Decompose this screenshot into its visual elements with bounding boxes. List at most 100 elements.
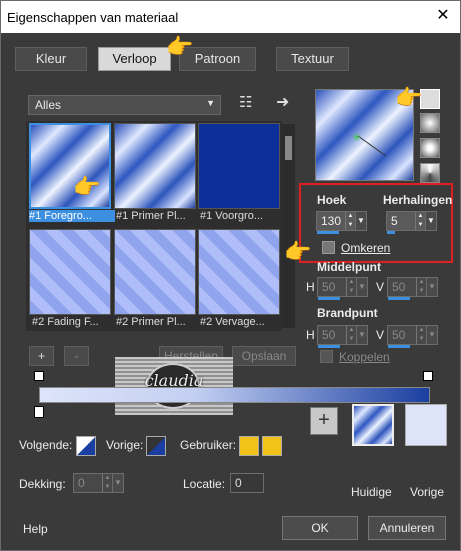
opacity-input[interactable]: 0 ▲ ▼ ▼ [73,473,124,493]
location-input[interactable]: 0 [230,473,264,493]
cancel-button[interactable]: Annuleren [368,516,446,540]
repeats-value: 5 [391,214,398,228]
gradient-label-2: #1 Primer Pl... [116,210,186,222]
chevron-down-icon[interactable]: ▼ [112,473,124,493]
current-label: Huidige [351,485,392,499]
spin-arrows-icon[interactable]: ▲ ▼ [416,278,426,296]
chevron-down-icon[interactable]: ▼ [426,277,438,297]
chevron-down-icon[interactable]: ▼ [356,325,368,345]
gradient-label-4: #2 Fading F... [32,316,99,328]
focal-v-slider[interactable] [388,345,410,348]
spin-arrows-icon[interactable]: ▲ ▼ [415,212,425,230]
gradient-label-1: #1 Foregro... [29,210,115,222]
color-stop-left[interactable] [34,406,44,418]
tab-textuur[interactable]: Textuur [276,47,349,71]
repeats-label: Herhalingen [383,193,453,207]
gradient-thumb-5[interactable] [114,229,196,315]
category-select-value: Alles [35,98,62,112]
location-value: 0 [235,476,242,490]
prev-label: Vorige: [106,438,144,452]
invert-checkbox[interactable] [322,241,335,254]
spin-arrows-icon[interactable]: ▲ ▼ [346,326,356,344]
library-scrollbar[interactable] [282,124,295,328]
title-bar: Eigenschappen van materiaal ✕ [1,1,460,33]
help-link[interactable]: Help [23,522,48,536]
repeats-slider[interactable] [387,231,395,234]
invert-label: Omkeren [341,241,391,255]
angle-slider[interactable] [317,231,339,234]
focal-h-input[interactable]: 50 ▲ ▼ ▼ [317,325,368,345]
radial-style-button[interactable] [420,138,440,158]
pointer-hand-icon: 👉 [166,34,194,59]
remove-gradient-button[interactable]: - [64,346,89,366]
arrow-right-icon[interactable]: ➜ [276,92,289,112]
center-h-label: H [306,280,315,294]
gradient-label-5: #2 Primer Pl... [116,316,186,328]
center-v-slider[interactable] [388,297,410,300]
focal-h-slider[interactable] [318,345,340,348]
watermark-logo: claudia [115,357,233,415]
angle-input[interactable]: 130 ▲ ▼ ▼ [316,211,367,231]
follow-fg-swatch[interactable] [76,436,96,456]
focal-label: Brandpunt [317,306,378,320]
pointer-hand-icon: 👉 [284,239,312,264]
opacity-stop-right[interactable] [423,371,433,381]
angle-label: Hoek [317,193,347,207]
gradient-label-6: #2 Vervage... [200,316,265,328]
gradient-editor-bar[interactable] [39,387,430,403]
prev-bg-swatch[interactable] [146,436,166,456]
tab-verloop[interactable]: Verloop [98,47,171,71]
center-h-input[interactable]: 50 ▲ ▼ ▼ [317,277,368,297]
link-label: Koppelen [339,350,390,364]
scrollbar-thumb[interactable] [285,136,292,160]
add-swatch-button[interactable]: + [310,407,338,435]
chevron-down-icon[interactable]: ▼ [426,325,438,345]
user-color-swatch[interactable] [239,436,259,456]
list-view-icon[interactable]: ☷ [239,93,252,111]
opacity-stop-left[interactable] [34,371,44,381]
center-h-slider[interactable] [318,297,340,300]
user-label: Gebruiker: [180,438,237,452]
spin-arrows-icon[interactable]: ▲ ▼ [346,278,356,296]
chevron-down-icon: ▼ [206,98,215,108]
chevron-down-icon[interactable]: ▼ [425,211,437,231]
chevron-down-icon[interactable]: ▼ [356,277,368,297]
save-button[interactable]: Opslaan [232,346,296,366]
center-h-value: 50 [322,280,336,294]
user-color-swatch-2[interactable] [262,436,282,456]
previous-swatch[interactable] [405,404,447,446]
repeats-input[interactable]: 5 ▲ ▼ ▼ [386,211,437,231]
focal-v-input[interactable]: 50 ▲ ▼ ▼ [387,325,438,345]
angle-value: 130 [321,214,342,228]
pointer-hand-icon: 👉 [395,85,423,110]
close-button[interactable]: ✕ [433,6,453,26]
gradient-thumb-4[interactable] [29,229,111,315]
spin-arrows-icon[interactable]: ▲ ▼ [102,474,112,492]
material-properties-dialog: Eigenschappen van materiaal ✕ Kleur Verl… [0,0,461,551]
gradient-thumb-2[interactable] [114,123,196,209]
category-select[interactable]: Alles ▼ [28,95,221,115]
focal-v-value: 50 [392,328,406,342]
focal-v-label: V [376,328,385,342]
center-v-input[interactable]: 50 ▲ ▼ ▼ [387,277,438,297]
spin-arrows-icon[interactable]: ▲ ▼ [416,326,426,344]
center-v-value: 50 [392,280,406,294]
linear-style-button[interactable] [420,89,440,109]
sunburst-style-button[interactable] [420,163,440,183]
tab-kleur[interactable]: Kleur [15,47,87,71]
add-gradient-button[interactable]: + [29,346,54,366]
ok-button[interactable]: OK [282,516,358,540]
gradient-thumb-6[interactable] [198,229,280,315]
current-swatch[interactable] [352,404,394,446]
rectangular-style-button[interactable] [420,113,440,133]
pointer-hand-icon: 👉 [73,174,101,199]
gradient-thumb-3[interactable] [198,123,280,209]
window-title: Eigenschappen van materiaal [7,10,179,25]
previous-label: Vorige [410,485,445,499]
opacity-value: 0 [78,476,85,490]
svg-text:✳: ✳ [352,131,361,144]
chevron-down-icon[interactable]: ▼ [355,211,367,231]
link-checkbox[interactable] [320,350,333,363]
spin-arrows-icon[interactable]: ▲ ▼ [345,212,355,230]
center-v-label: V [376,280,385,294]
